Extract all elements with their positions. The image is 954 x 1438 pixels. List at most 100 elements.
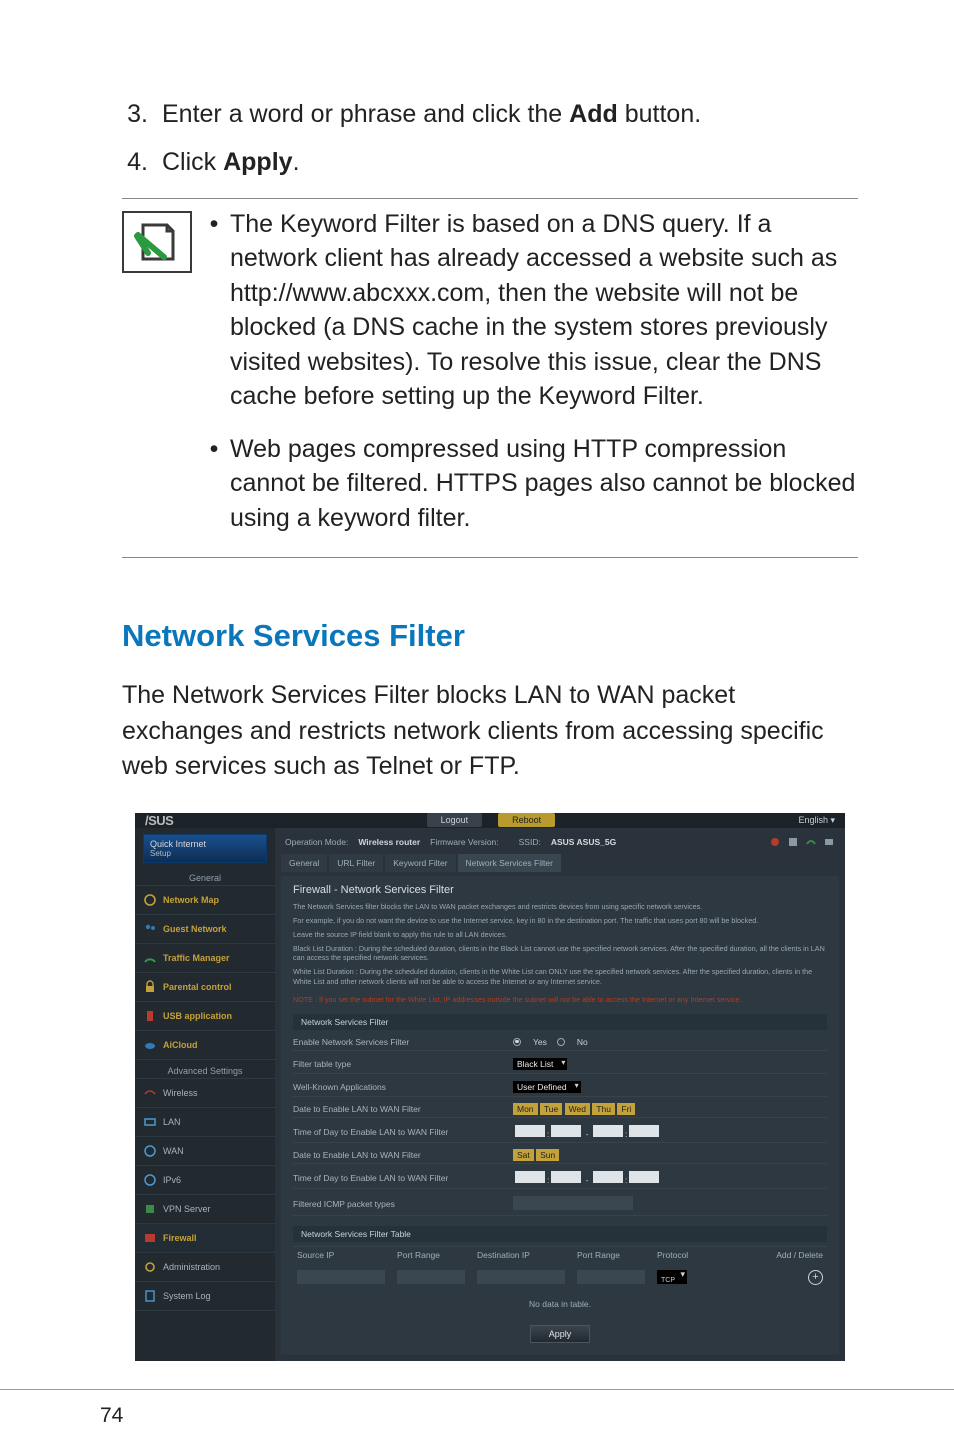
divider <box>122 198 858 199</box>
ipv6-icon <box>143 1173 157 1187</box>
panel-desc: The Network Services filter blocks the L… <box>293 902 827 912</box>
time-input[interactable] <box>593 1125 623 1137</box>
no-data-text: No data in table. <box>293 1293 827 1315</box>
sidebar-item-aicloud[interactable]: AiCloud <box>135 1031 275 1060</box>
sidebar-item-label: Guest Network <box>163 924 227 934</box>
note-text: Web pages compressed using HTTP compress… <box>230 432 858 536</box>
filter-type-select[interactable]: Black List <box>513 1058 567 1070</box>
sidebar-item-lan[interactable]: LAN <box>135 1108 275 1137</box>
sidebar-item-ipv6[interactable]: IPv6 <box>135 1166 275 1195</box>
log-icon <box>143 1289 157 1303</box>
dest-ip-input[interactable] <box>477 1270 565 1284</box>
th-port-range-2: Port Range <box>573 1250 653 1260</box>
step-num: 3. <box>122 98 148 132</box>
icmp-input[interactable] <box>513 1196 633 1210</box>
time-input[interactable] <box>515 1171 545 1183</box>
section-heading: Network Services Filter <box>122 618 858 654</box>
note-item: • Web pages compressed using HTTP compre… <box>208 432 858 536</box>
date-enable-2-label: Date to Enable LAN to WAN Filter <box>293 1150 513 1160</box>
time-input[interactable] <box>629 1125 659 1137</box>
th-protocol: Protocol <box>653 1250 713 1260</box>
quick-setup-button[interactable]: Quick Internet Setup <box>143 834 267 863</box>
sidebar-item-wan[interactable]: WAN <box>135 1137 275 1166</box>
lock-icon <box>143 980 157 994</box>
tab-network-services-filter[interactable]: Network Services Filter <box>458 854 561 872</box>
step-text: Enter a word or phrase and click the Add… <box>162 98 701 132</box>
th-source-ip: Source IP <box>293 1250 393 1260</box>
day-toggle[interactable]: Thu <box>592 1103 615 1115</box>
source-ip-input[interactable] <box>297 1270 385 1284</box>
status-icon <box>787 836 799 848</box>
sidebar-item-usb-application[interactable]: USB application <box>135 1002 275 1031</box>
page-footer-rule <box>0 1389 954 1390</box>
well-known-apps-label: Well-Known Applications <box>293 1082 513 1092</box>
time-input[interactable] <box>593 1171 623 1183</box>
filter-table-input-row: TCP + <box>293 1267 827 1289</box>
ssid-label: SSID: <box>519 837 541 847</box>
globe-icon <box>143 893 157 907</box>
sidebar-item-parental-control[interactable]: Parental control <box>135 973 275 1002</box>
page-number: 74 <box>100 1404 123 1428</box>
info-bar: Operation Mode: Wireless router Firmware… <box>281 834 839 850</box>
language-selector[interactable]: English ▾ <box>798 815 845 826</box>
tab-url-filter[interactable]: URL Filter <box>329 854 383 872</box>
sidebar-category: General <box>135 867 275 886</box>
day-toggle[interactable]: Sat <box>513 1149 534 1161</box>
day-toggle[interactable]: Fri <box>617 1103 635 1115</box>
sidebar-item-wireless[interactable]: Wireless <box>135 1079 275 1108</box>
sidebar-item-network-map[interactable]: Network Map <box>135 886 275 915</box>
apply-button[interactable]: Apply <box>530 1325 591 1343</box>
sidebar-item-label: IPv6 <box>163 1175 181 1185</box>
time-input[interactable] <box>515 1125 545 1137</box>
port-range-2-input[interactable] <box>577 1270 645 1284</box>
cloud-icon <box>143 1038 157 1052</box>
th-add-delete: Add / Delete <box>713 1250 827 1260</box>
sidebar-item-administration[interactable]: Administration <box>135 1253 275 1282</box>
port-range-input[interactable] <box>397 1270 465 1284</box>
sidebar-item-label: Parental control <box>163 982 232 992</box>
enable-no-radio[interactable] <box>557 1038 565 1046</box>
time-input[interactable] <box>551 1125 581 1137</box>
day-toggle[interactable]: Mon <box>513 1103 538 1115</box>
sidebar-item-label: Traffic Manager <box>163 953 230 963</box>
well-known-apps-select[interactable]: User Defined <box>513 1081 581 1093</box>
step-3: 3. Enter a word or phrase and click the … <box>122 98 858 132</box>
router-admin-screenshot: /SUS Logout Reboot English ▾ Quick Inter… <box>135 813 845 1361</box>
panel-network-services-filter: Firewall - Network Services Filter The N… <box>281 876 839 1354</box>
sidebar-item-traffic-manager[interactable]: Traffic Manager <box>135 944 275 973</box>
reboot-button[interactable]: Reboot <box>498 813 555 827</box>
sidebar-item-vpn-server[interactable]: VPN Server <box>135 1195 275 1224</box>
panel-warning: NOTE : If you set the subnet for the Whi… <box>293 995 827 1004</box>
sidebar-item-guest-network[interactable]: Guest Network <box>135 915 275 944</box>
logout-button[interactable]: Logout <box>427 813 483 827</box>
add-row-button[interactable]: + <box>808 1270 823 1285</box>
day-toggle[interactable]: Wed <box>565 1103 590 1115</box>
time-input[interactable] <box>629 1171 659 1183</box>
tab-general[interactable]: General <box>281 854 327 872</box>
top-bar: /SUS Logout Reboot English ▾ <box>135 813 845 829</box>
section-paragraph: The Network Services Filter blocks LAN t… <box>122 678 858 785</box>
time-input[interactable] <box>551 1171 581 1183</box>
sidebar-item-label: System Log <box>163 1291 211 1301</box>
fw-label: Firmware Version: <box>430 837 499 847</box>
panel-desc: For example, if you do not want the devi… <box>293 916 827 926</box>
enable-filter-label: Enable Network Services Filter <box>293 1037 513 1047</box>
gear-icon <box>143 1260 157 1274</box>
usb-icon <box>143 1009 157 1023</box>
sidebar-category: Advanced Settings <box>135 1060 275 1079</box>
filter-table-header: Source IP Port Range Destination IP Port… <box>293 1246 827 1263</box>
sidebar-item-label: Firewall <box>163 1233 197 1243</box>
sidebar-item-label: LAN <box>163 1117 181 1127</box>
day-toggle[interactable]: Sun <box>536 1149 559 1161</box>
enable-yes-radio[interactable] <box>513 1038 521 1046</box>
day-toggle[interactable]: Tue <box>540 1103 562 1115</box>
sidebar-item-system-log[interactable]: System Log <box>135 1282 275 1311</box>
sidebar-item-label: Wireless <box>163 1088 198 1098</box>
sidebar-item-label: Network Map <box>163 895 219 905</box>
note-item: • The Keyword Filter is based on a DNS q… <box>208 207 858 414</box>
sidebar-item-firewall[interactable]: Firewall <box>135 1224 275 1253</box>
sidebar-item-label: AiCloud <box>163 1040 198 1050</box>
tab-keyword-filter[interactable]: Keyword Filter <box>385 854 455 872</box>
sidebar-item-label: USB application <box>163 1011 232 1021</box>
step-text: Click Apply. <box>162 146 300 180</box>
